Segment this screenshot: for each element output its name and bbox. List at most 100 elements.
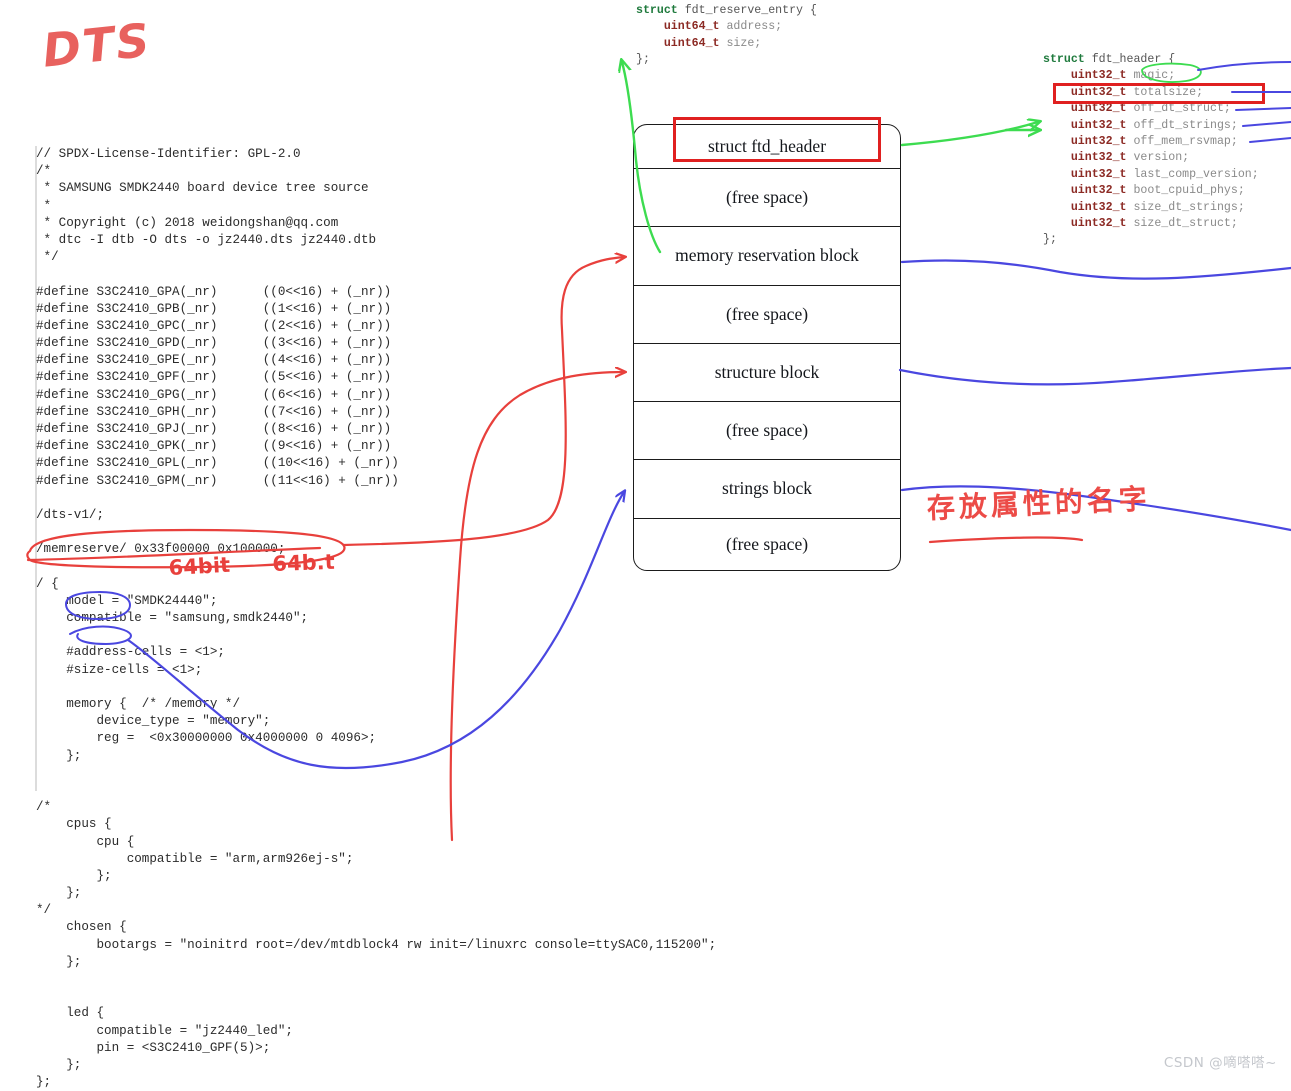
member-type: uint32_t [1043,167,1127,181]
struct-member: uint32_t off_mem_rsvmap; [1043,134,1259,150]
code-line: * Copyright (c) 2018 weidongshan@qq.com [36,215,339,230]
code-line: #define S3C2410_GPD(_nr) ((3<<16) + (_nr… [36,336,392,351]
fdt-block-label: (free space) [725,303,809,324]
struct-keyword: struct [636,4,678,17]
member-type: uint64_t [636,36,720,50]
code-line: / { [36,576,59,591]
code-line: }; [36,954,82,969]
handwriting-64bit-size: 64b.t [272,549,336,576]
fdt-block-divider [633,518,901,519]
member-type: uint32_t [1043,217,1127,231]
fdt-reserve-entry-struct: struct fdt_reserve_entry { uint64_t addr… [636,3,817,69]
struct-member: uint32_t off_dt_strings; [1043,118,1259,134]
code-line: reg = <0x30000000 0x4000000 0 4096>; [36,731,377,746]
fdt-block-divider [633,168,901,169]
fdt-block-row: (free space) [633,168,901,226]
code-line: compatible = "arm,arm926ej-s"; [36,851,354,866]
code-line: memory { /* /memory */ [36,697,241,711]
fdt-block-label: (free space) [725,186,809,207]
fdt-block-label: strings block [722,477,812,498]
code-line: #size-cells = <1>; [36,662,203,677]
member-name: magic; [1126,69,1176,83]
handwriting-strings-block-note: 存放属性的名字 [926,482,1152,525]
code-line: cpus { [36,817,112,832]
code-line: }; [36,886,82,901]
fdt-block-label: memory reservation block [675,245,859,265]
code-line: bootargs = "noinitrd root=/dev/mtdblock4… [36,937,717,952]
struct-member: uint32_t version; [1043,150,1259,166]
fdt-block-divider [633,343,901,344]
fdt-block-divider [633,285,901,286]
fdt-block-row: (free space) [633,517,901,571]
code-line: // SPDX-License-Identifier: GPL-2.0 [36,147,301,161]
code-line: #define S3C2410_GPM(_nr) ((11<<16) + (_n… [36,473,399,488]
fdt-block-divider [633,459,901,460]
fdt-block-label: structure block [714,361,820,382]
code-line: #define S3C2410_GPH(_nr) ((7<<16) + (_nr… [36,404,392,419]
code-line: /* [36,164,52,179]
ink-line-struct-to-offdtstruct [898,366,1291,386]
code-line: }; [36,1075,52,1090]
code-line: chosen { [36,920,127,935]
member-name: version; [1126,151,1190,165]
struct-member: uint32_t size_dt_strings; [1043,200,1259,216]
code-line: #define S3C2410_GPA(_nr) ((0<<16) + (_nr… [36,284,392,299]
struct-close: }; [1043,233,1057,247]
ink-line-resv-to-rsvmap [900,259,1291,280]
member-name: off_dt_strings; [1126,118,1238,132]
member-name: size_dt_struct; [1126,217,1238,231]
fdt-block-label: (free space) [725,419,809,440]
code-line: cpu { [36,834,135,849]
code-line: */ [36,250,59,265]
highlight-box-totalsize [1053,83,1265,104]
code-line: #define S3C2410_GPL(_nr) ((10<<16) + (_n… [36,456,399,471]
ink-underline-chinese-note [928,536,1084,544]
ink-arrow-header-to-struct [900,122,1038,147]
code-line: * SAMSUNG SMDK2440 board device tree sou… [36,181,369,196]
member-name: off_dt_struct; [1126,102,1231,116]
code-line: #define S3C2410_GPG(_nr) ((6<<16) + (_nr… [36,387,392,402]
member-name: last_comp_version; [1126,167,1259,181]
struct-member: uint64_t size; [636,36,817,52]
fdt-block-row: (free space) [633,401,901,459]
code-line: * dtc -I dtb -O dts -o jz2440.dts jz2440… [36,232,377,247]
code-line: * [36,198,52,213]
code-line: #define S3C2410_GPE(_nr) ((4<<16) + (_nr… [36,353,392,368]
code-line: }; [36,748,82,763]
handwriting-64bit-address: 64bit [168,552,231,580]
code-line: model = "SMDK24440"; [36,593,218,608]
code-line: /memreserve/ 0x33f00000 0x100000; [36,542,286,557]
code-line: pin = <S3C2410_GPF(5)>; [36,1040,271,1055]
member-name: size_dt_strings; [1126,200,1245,214]
struct-keyword: struct [1043,53,1085,66]
struct-title: struct fdt_header { [1043,52,1259,68]
struct-member: uint32_t boot_cpuid_phys; [1043,183,1259,199]
code-line: device_type = "memory"; [36,714,271,729]
code-line: #define S3C2410_GPF(_nr) ((5<<16) + (_nr… [36,370,392,385]
member-type: uint32_t [1043,184,1127,198]
code-line: /* [36,800,52,815]
code-line: #define S3C2410_GPB(_nr) ((1<<16) + (_nr… [36,301,392,316]
member-name: size; [719,36,762,50]
code-line: compatible = "samsung,smdk2440"; [36,611,309,626]
handwriting-dts-label: DTS [40,12,154,78]
struct-close: }; [636,53,650,67]
struct-member: uint32_t size_dt_struct; [1043,216,1259,232]
fdt-block-row: memory reservation block [633,226,901,285]
member-type: uint32_t [1043,151,1127,165]
member-type: uint32_t [1043,69,1127,83]
struct-title: struct fdt_reserve_entry { [636,3,817,19]
code-line: */ [36,903,52,918]
fdt-block-divider [633,226,901,227]
code-line: #define S3C2410_GPK(_nr) ((9<<16) + (_nr… [36,439,392,454]
code-line: }; [36,868,112,883]
csdn-watermark: CSDN @嘀嗒嗒~ [1163,1055,1277,1071]
